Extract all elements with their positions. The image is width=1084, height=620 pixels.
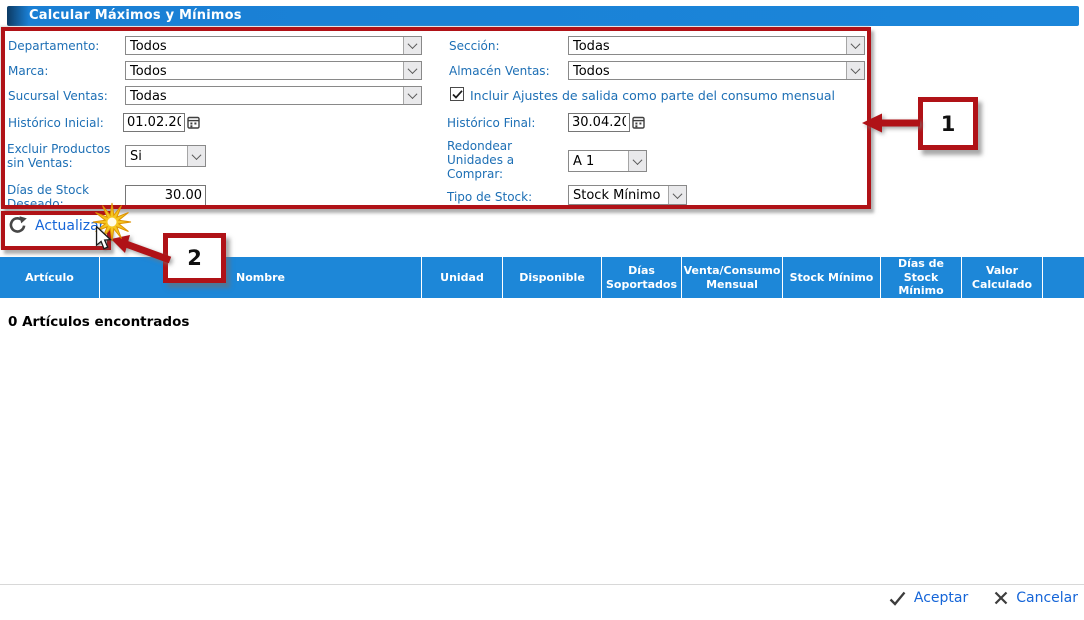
checkmark-icon [889, 591, 906, 606]
column-header-disponible[interactable]: Disponible [503, 257, 602, 298]
aceptar-label: Aceptar [914, 590, 968, 606]
dialog-title: Calcular Máximos y Mínimos [29, 8, 242, 23]
column-header-dias-stock-minimo[interactable]: Días de Stock Mínimo [881, 257, 962, 298]
close-icon [994, 591, 1008, 605]
annotation-callout-2-number: 2 [187, 246, 202, 270]
annotation-callout-1-number: 1 [941, 112, 956, 136]
column-header-valor-calculado[interactable]: Valor Calculado [962, 257, 1043, 298]
dialog-titlebar: Calcular Máximos y Mínimos [7, 6, 1079, 26]
column-header-unidad[interactable]: Unidad [422, 257, 503, 298]
annotation-callout-1: 1 [918, 97, 978, 150]
aceptar-button[interactable]: Aceptar [889, 590, 968, 606]
dialog-calcular-maximos-minimos: Calcular Máximos y Mínimos Departamento:… [0, 0, 1084, 620]
mouse-cursor-icon [95, 226, 112, 250]
footer-divider [0, 584, 1084, 585]
column-header-dias-soportados[interactable]: Días Soportados [602, 257, 682, 298]
cancelar-label: Cancelar [1016, 590, 1078, 606]
cancelar-button[interactable]: Cancelar [994, 590, 1078, 606]
column-header-articulo[interactable]: Artículo [0, 257, 100, 298]
annotation-arrow-1 [858, 109, 922, 137]
column-header-venta-consumo[interactable]: Venta/Consumo Mensual [682, 257, 783, 298]
annotation-rect-filters [1, 27, 871, 209]
column-header-empty [1043, 257, 1084, 298]
footer-actions: Aceptar Cancelar [889, 590, 1078, 606]
results-empty-text: 0 Artículos encontrados [8, 314, 189, 330]
column-header-stock-minimo[interactable]: Stock Mínimo [783, 257, 881, 298]
